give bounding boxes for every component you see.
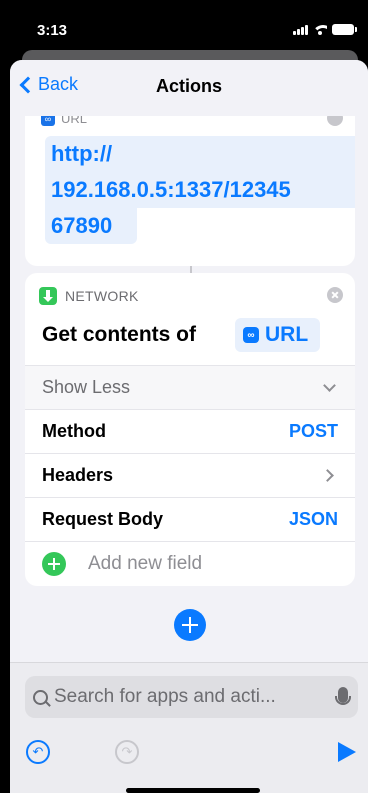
status-bar: 3:13 [0, 0, 368, 52]
link-icon: ∞ [243, 327, 259, 343]
show-less-toggle[interactable]: Show Less [25, 365, 355, 409]
play-icon[interactable] [338, 742, 356, 762]
signal-icon [293, 24, 308, 35]
headers-row[interactable]: Headers [25, 453, 355, 497]
url-variable-token[interactable]: ∞ URL [235, 318, 321, 352]
url-token-label: URL [265, 323, 309, 346]
add-field-label: Add new field [88, 552, 203, 574]
close-icon[interactable] [327, 287, 343, 303]
microphone-icon[interactable] [335, 687, 351, 705]
wifi-icon [313, 24, 327, 35]
add-action-button[interactable] [174, 609, 206, 641]
download-icon [39, 287, 57, 305]
undo-icon[interactable]: ↶ [26, 740, 50, 764]
redo-icon[interactable]: ↷ [115, 740, 139, 764]
headers-label: Headers [42, 465, 114, 485]
method-value[interactable]: POST [289, 421, 338, 442]
search-input[interactable] [54, 686, 324, 708]
method-row[interactable]: Method POST [25, 409, 355, 453]
search-bar[interactable] [25, 676, 358, 718]
url-action-card[interactable]: ∞ URL http:// 192.168.0.5:1337/12345 678… [25, 96, 355, 266]
get-contents-action-card[interactable]: NETWORK Get contents of ∞ URL Show Less … [25, 273, 355, 586]
request-body-value[interactable]: JSON [289, 509, 338, 530]
actions-sheet: ∞ URL http:// 192.168.0.5:1337/12345 678… [10, 60, 368, 793]
show-less-label: Show Less [42, 377, 131, 397]
battery-icon [332, 24, 357, 35]
bottom-toolbar: ↶ ↷ [10, 662, 368, 793]
network-action-header: NETWORK [39, 287, 139, 305]
plus-icon [42, 551, 66, 576]
request-body-row[interactable]: Request Body JSON [25, 497, 355, 541]
search-icon [33, 689, 48, 705]
chevron-down-icon [323, 378, 336, 392]
page-title: Actions [155, 76, 222, 96]
url-text-line[interactable]: 67890 [45, 208, 137, 244]
url-text-line[interactable]: 192.168.0.5:1337/12345 [45, 172, 355, 208]
method-label: Method [42, 421, 106, 441]
status-icons [293, 24, 357, 35]
home-indicator [126, 788, 260, 793]
action-verb: Get contents of [42, 323, 197, 346]
status-time: 3:13 [37, 22, 68, 39]
chevron-right-icon [321, 469, 334, 482]
network-category: NETWORK [65, 288, 139, 304]
add-new-field-button[interactable]: Add new field [25, 541, 355, 585]
url-text-line[interactable]: http:// [45, 136, 355, 172]
request-body-label: Request Body [42, 509, 164, 529]
nav-bar: Back Actions [10, 60, 368, 116]
